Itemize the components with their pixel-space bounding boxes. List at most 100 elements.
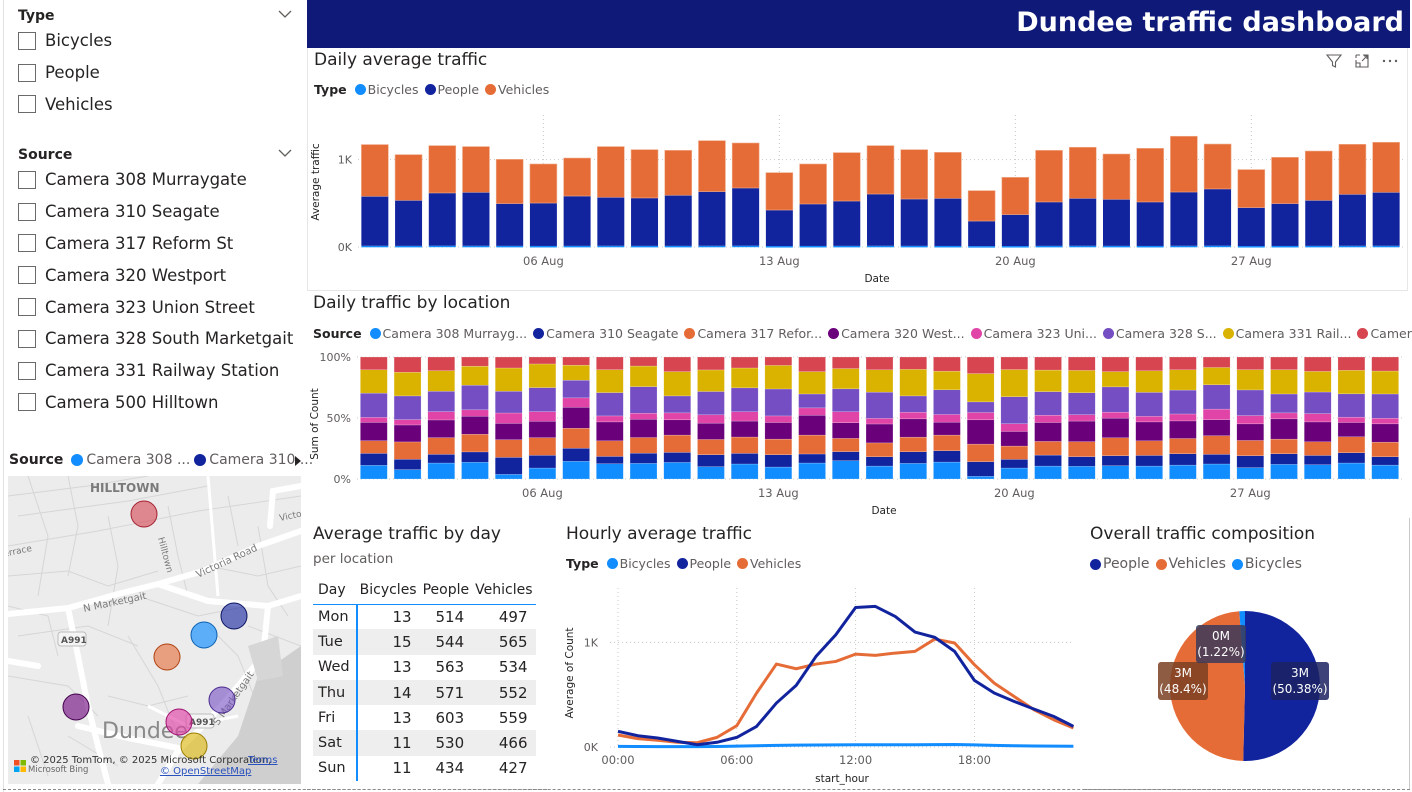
legend-item-camera[interactable]: Camera 320 West... (828, 326, 965, 341)
checkbox[interactable] (18, 298, 36, 317)
slicer-item-source[interactable]: Camera 328 South Marketgait (3, 323, 303, 355)
legend-item-bicycles[interactable]: Bicycles (606, 556, 671, 571)
checkbox[interactable] (18, 31, 36, 50)
bar-segment-camera (730, 453, 759, 465)
slicer-item-source[interactable]: Camera 310 Seagate (3, 196, 303, 228)
map-terms-link[interactable]: Terms (248, 755, 277, 766)
bar-segment-camera (663, 395, 691, 414)
x-tick-label: 13 Aug (758, 486, 799, 500)
bar-segment-camera (427, 391, 455, 412)
y-tick-label: 0% (334, 473, 351, 486)
legend-next-arrow-icon[interactable] (295, 456, 301, 466)
checkbox[interactable] (18, 202, 36, 221)
more-options-icon[interactable] (1381, 52, 1399, 70)
data-label-value: 3M (1174, 666, 1192, 680)
dashboard-page: Type Bicycles People Vehicles Source Camer… (0, 0, 1412, 792)
x-axis-title: Date (871, 505, 896, 517)
map-marker-cam317[interactable] (153, 643, 181, 671)
legend-dot-icon (1102, 328, 1114, 339)
map-marker-cam320[interactable] (62, 693, 90, 721)
column-header[interactable]: People (419, 576, 473, 605)
map-canvas[interactable]: HILLTOWN errace Victori Hilltown Victori… (8, 476, 301, 784)
slicer-item-source[interactable]: Camera 317 Reform St (3, 228, 303, 260)
bar-segment-camera (596, 440, 624, 457)
slicer-item-source[interactable]: Camera 308 Murraygate (3, 164, 303, 196)
legend-item-camera[interactable]: Camera 317 Refor... (684, 326, 822, 341)
osm-link[interactable]: © OpenStreetMap (160, 766, 251, 777)
bar-segment-camera (562, 379, 590, 399)
camera-map: Source Camera 308 ... Camera 310 ... HIL… (3, 448, 313, 790)
checkbox[interactable] (18, 234, 36, 253)
column-header[interactable]: Day (313, 576, 357, 605)
slicer-item-type[interactable]: Vehicles (3, 89, 303, 121)
type-slicer-header[interactable]: Type (3, 3, 303, 25)
composition-pie-chart: 3M (50.38%) 3M (48.4%) 0M (1.22%) (1158, 611, 1329, 761)
slicer-item-source[interactable]: Camera 500 Hilltown (3, 387, 303, 419)
bar-segment-people (900, 199, 928, 246)
bar-segment-vehicles (1136, 148, 1164, 203)
map-marker-cam323[interactable] (165, 708, 193, 736)
slicer-item-label: Camera 320 Westport (45, 265, 227, 285)
bar-segment-vehicles (900, 149, 928, 200)
bar-segment-camera (360, 392, 388, 418)
bar-segment-camera (1169, 389, 1197, 415)
map-marker-cam328[interactable] (208, 686, 236, 714)
legend-item-camera[interactable]: Camera 323 Uni... (970, 326, 1097, 341)
legend-item-people[interactable]: People (1090, 556, 1150, 572)
checkbox[interactable] (18, 170, 36, 189)
source-slicer-header[interactable]: Source (3, 142, 303, 164)
checkbox[interactable] (18, 95, 36, 114)
filter-icon[interactable] (1325, 52, 1343, 70)
bar-segment-camera (1101, 356, 1130, 372)
legend-item-vehicles[interactable]: Vehicles (737, 556, 801, 571)
bar-segment-camera (629, 365, 658, 387)
bar-segment-camera (764, 356, 793, 366)
legend-item-camera[interactable]: Camera 308 Murrayg... (369, 326, 527, 341)
map-marker-cam500[interactable] (130, 500, 158, 528)
legend-item-bicycles[interactable]: Bicycles (354, 82, 419, 97)
bar-segment-people (934, 198, 962, 246)
slicer-item-label: Camera 331 Railway Station (45, 361, 280, 381)
column-header[interactable]: Vehicles (472, 576, 536, 605)
bar-segment-camera (798, 453, 826, 464)
checkbox[interactable] (18, 361, 36, 380)
legend-item-camera[interactable]: Camera 500 ... (1357, 326, 1412, 341)
slicer-item-source[interactable]: Camera 323 Union Street (3, 291, 303, 323)
slicer-item-type[interactable]: Bicycles (3, 25, 303, 57)
dashboard-header: Dundee traffic dashboard (307, 0, 1410, 48)
checkbox[interactable] (18, 266, 36, 285)
legend-item-camera[interactable]: Camera 328 S... (1102, 326, 1217, 341)
chevron-down-icon[interactable] (277, 7, 293, 21)
bar-segment-camera (1270, 412, 1298, 420)
map-marker-cam308[interactable] (190, 621, 218, 649)
bar-segment-bicycles (698, 245, 726, 248)
checkbox[interactable] (18, 329, 36, 348)
value-cell: 13 (392, 607, 412, 626)
slicer-item-source[interactable]: Camera 320 Westport (3, 259, 303, 291)
slicer-item-type[interactable]: People (3, 57, 303, 89)
column-header[interactable]: Bicycles (356, 576, 420, 605)
checkbox[interactable] (18, 63, 36, 82)
legend-item-vehicles[interactable]: Vehicles (485, 82, 549, 97)
chevron-down-icon[interactable] (277, 146, 293, 160)
legend-item-camera[interactable]: Camera 331 Rail... (1222, 326, 1351, 341)
bar-segment-camera (1169, 438, 1197, 454)
bar-segment-people (361, 196, 389, 246)
bar-segment-camera (495, 423, 523, 440)
legend-item-people[interactable]: People (676, 556, 731, 571)
legend-item-bicycles[interactable]: Bicycles (1231, 556, 1302, 572)
legend-item-camera[interactable]: Camera 310 Seagate (533, 326, 678, 341)
map-legend-title: Source (9, 452, 64, 468)
focus-mode-icon[interactable] (1353, 52, 1371, 70)
legend-item-vehicles[interactable]: Vehicles (1155, 556, 1226, 572)
map-marker-cam310[interactable] (220, 602, 248, 630)
bar-segment-camera (933, 414, 961, 423)
y-tick-label: 0K (338, 241, 353, 254)
legend-item-people[interactable]: People (424, 82, 479, 97)
bar-segment-camera (562, 448, 590, 462)
bar-segment-camera (1337, 416, 1366, 423)
checkbox[interactable] (18, 393, 36, 412)
map-legend-item-cam308[interactable]: Camera 308 ... (71, 452, 190, 468)
slicer-item-source[interactable]: Camera 331 Railway Station (3, 355, 303, 387)
x-tick-label: 00:00 (601, 753, 634, 767)
